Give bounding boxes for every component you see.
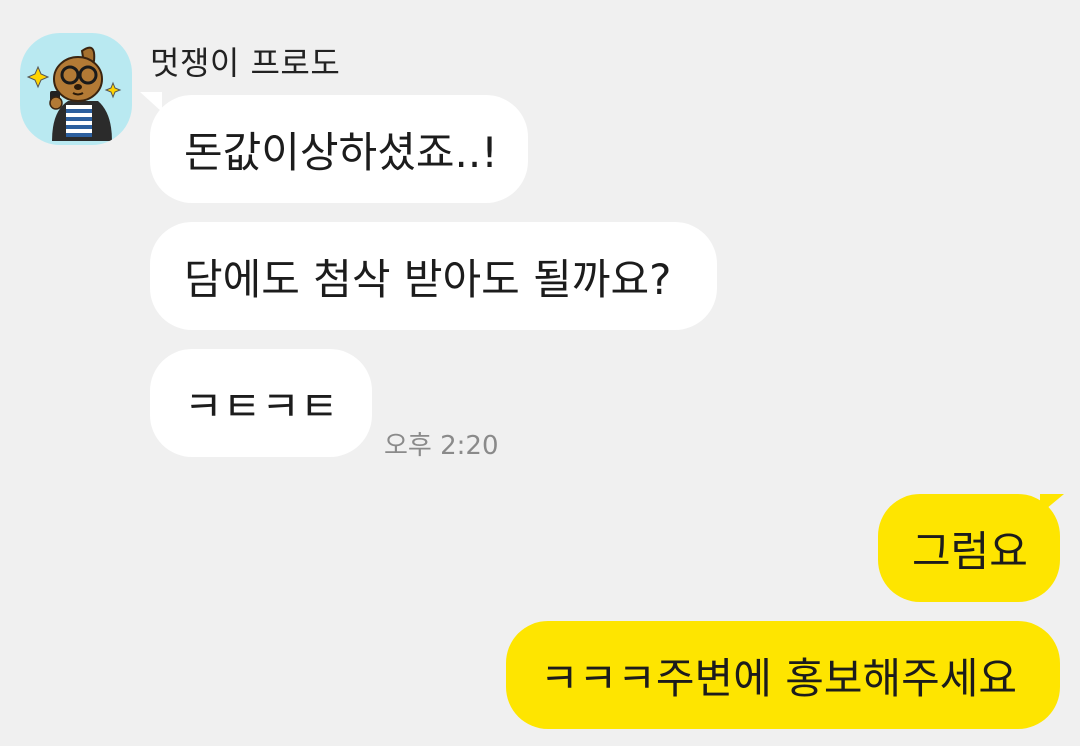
sender-name: 멋쟁이 프로도 bbox=[150, 44, 341, 82]
message-text: ㅋㅌㅋㅌ bbox=[184, 381, 339, 431]
incoming-message-2[interactable]: 담에도 첨삭 받아도 될까요? bbox=[150, 222, 717, 330]
incoming-message-3[interactable]: ㅋㅌㅋㅌ bbox=[150, 349, 372, 457]
message-text: 담에도 첨삭 받아도 될까요? bbox=[184, 254, 672, 304]
message-timestamp: 오후 2:20 bbox=[384, 431, 499, 461]
chat-window: 멋쟁이 프로도 돈값이상하셨죠..! 담에도 첨삭 받아도 될까요? ㅋㅌㅋㅌ … bbox=[0, 0, 1080, 746]
message-text: 돈값이상하셨죠..! bbox=[184, 127, 499, 177]
incoming-message-1[interactable]: 돈값이상하셨죠..! bbox=[150, 95, 528, 203]
message-text: 그럼요 bbox=[912, 526, 1028, 576]
outgoing-message-1[interactable]: 그럼요 bbox=[878, 494, 1060, 602]
sender-avatar[interactable] bbox=[20, 33, 132, 145]
incoming-bubble-tail bbox=[140, 92, 162, 112]
message-text: ㅋㅋㅋ주변에 홍보해주세요 bbox=[540, 653, 1018, 703]
frodo-avatar-icon bbox=[26, 46, 122, 141]
outgoing-message-2[interactable]: ㅋㅋㅋ주변에 홍보해주세요 bbox=[506, 621, 1060, 729]
